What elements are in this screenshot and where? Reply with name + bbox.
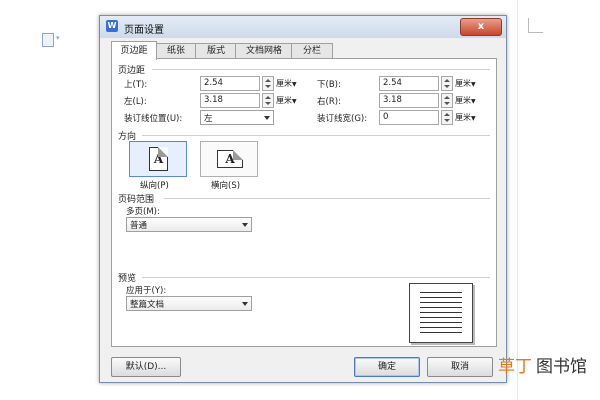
preview-text-line bbox=[420, 292, 462, 293]
watermark-part2: 图书馆 bbox=[536, 357, 587, 377]
close-button[interactable]: x bbox=[460, 18, 502, 36]
preview-text-line bbox=[420, 322, 462, 323]
tab-columns[interactable]: 分栏 bbox=[291, 43, 333, 59]
page-setup-dialog: W 页面设置 x 页边距 纸张 版式 文档网格 分栏 页边距 上(T): 2.5… bbox=[99, 15, 507, 383]
portrait-button[interactable]: A bbox=[129, 141, 187, 177]
top-margin-value: 2.54 bbox=[204, 78, 223, 88]
chevron-down-icon bbox=[242, 302, 248, 306]
preview-text-line bbox=[420, 332, 462, 333]
preview-text-line bbox=[420, 317, 462, 318]
gutter-width-spinner[interactable] bbox=[441, 110, 453, 125]
right-margin-label: 右(R): bbox=[317, 97, 341, 107]
right-margin-input[interactable]: 3.18 bbox=[379, 93, 439, 108]
page-corner-mark bbox=[528, 18, 543, 33]
unit-dropdown-icon: ▼ bbox=[471, 81, 476, 88]
apply-to-value: 整篇文档 bbox=[130, 300, 165, 310]
bottom-margin-label: 下(B): bbox=[317, 80, 341, 90]
multiple-pages-select[interactable]: 普通 bbox=[126, 217, 252, 232]
orientation-separator bbox=[142, 135, 490, 136]
page-range-separator bbox=[164, 198, 490, 199]
top-margin-spinner[interactable] bbox=[262, 76, 274, 91]
bottom-margin-input[interactable]: 2.54 bbox=[379, 76, 439, 91]
unit-dropdown-icon: ▼ bbox=[471, 98, 476, 105]
portrait-label: 纵向(P) bbox=[140, 181, 169, 191]
right-margin-unit[interactable]: 厘米▼ bbox=[455, 95, 476, 106]
dialog-titlebar[interactable]: W 页面设置 x bbox=[100, 16, 506, 38]
landscape-page-icon: A bbox=[217, 150, 243, 168]
background-divider bbox=[517, 0, 518, 400]
right-margin-value: 3.18 bbox=[383, 95, 402, 105]
unit-dropdown-icon: ▼ bbox=[292, 81, 297, 88]
preview-text-line bbox=[420, 307, 462, 308]
bottom-margin-value: 2.54 bbox=[383, 78, 402, 88]
wps-app-icon: W bbox=[106, 20, 118, 32]
gutter-position-select[interactable]: 左 bbox=[200, 110, 274, 125]
unit-label: 厘米 bbox=[276, 79, 292, 88]
left-margin-value: 3.18 bbox=[204, 95, 223, 105]
dropdown-arrow-icon: ▾ bbox=[56, 34, 60, 42]
preview-text-line bbox=[420, 302, 462, 303]
tab-paper[interactable]: 纸张 bbox=[155, 43, 197, 59]
gutter-width-input[interactable]: 0 bbox=[379, 110, 439, 125]
left-margin-spinner[interactable] bbox=[262, 93, 274, 108]
gutter-width-value: 0 bbox=[383, 112, 389, 122]
unit-label: 厘米 bbox=[455, 113, 471, 122]
preview-text-line bbox=[420, 312, 462, 313]
chevron-down-icon bbox=[242, 223, 248, 227]
left-margin-label: 左(L): bbox=[124, 97, 147, 107]
unit-dropdown-icon: ▼ bbox=[292, 98, 297, 105]
preview-separator bbox=[142, 277, 490, 278]
bottom-margin-unit[interactable]: 厘米▼ bbox=[455, 78, 476, 89]
page-range-section-title: 页码范围 bbox=[118, 195, 155, 205]
preview-text-line bbox=[420, 297, 462, 298]
tab-margins[interactable]: 页边距 bbox=[111, 41, 157, 60]
multiple-pages-label: 多页(M): bbox=[126, 207, 160, 217]
unit-dropdown-icon: ▼ bbox=[471, 115, 476, 122]
margins-separator bbox=[152, 69, 490, 70]
chevron-down-icon bbox=[264, 116, 270, 120]
top-margin-unit[interactable]: 厘米▼ bbox=[276, 78, 297, 89]
apply-to-select[interactable]: 整篇文档 bbox=[126, 296, 252, 311]
bottom-margin-spinner[interactable] bbox=[441, 76, 453, 91]
dialog-title: 页面设置 bbox=[124, 25, 164, 36]
gutter-position-value: 左 bbox=[204, 114, 213, 124]
left-margin-unit[interactable]: 厘米▼ bbox=[276, 95, 297, 106]
default-button[interactable]: 默认(D)... bbox=[111, 357, 181, 377]
portrait-page-icon: A bbox=[149, 147, 168, 171]
multiple-pages-value: 普通 bbox=[130, 221, 148, 231]
tab-document-grid[interactable]: 文档网格 bbox=[235, 43, 293, 59]
apply-to-label: 应用于(Y): bbox=[126, 286, 167, 296]
top-margin-label: 上(T): bbox=[124, 80, 148, 90]
margins-section-title: 页边距 bbox=[118, 66, 146, 76]
document-icon bbox=[42, 33, 54, 47]
top-margin-input[interactable]: 2.54 bbox=[200, 76, 260, 91]
page-preview bbox=[409, 283, 473, 343]
unit-label: 厘米 bbox=[455, 79, 471, 88]
tab-panel: 页边距 上(T): 2.54 厘米▼ 下(B): 2.54 厘米▼ 左(L): … bbox=[111, 58, 497, 347]
left-margin-input[interactable]: 3.18 bbox=[200, 93, 260, 108]
unit-label: 厘米 bbox=[455, 96, 471, 105]
preview-text-line bbox=[420, 327, 462, 328]
cancel-button[interactable]: 取消 bbox=[427, 357, 493, 377]
gutter-width-unit[interactable]: 厘米▼ bbox=[455, 112, 476, 123]
landscape-button[interactable]: A bbox=[200, 141, 258, 177]
watermark-part1: 草丁 bbox=[498, 357, 532, 377]
tab-layout[interactable]: 版式 bbox=[195, 43, 237, 59]
preview-section-title: 预览 bbox=[118, 274, 137, 284]
gutter-position-label: 装订线位置(U): bbox=[124, 114, 183, 124]
landscape-label: 横向(S) bbox=[211, 181, 241, 191]
unit-label: 厘米 bbox=[276, 96, 292, 105]
right-margin-spinner[interactable] bbox=[441, 93, 453, 108]
ok-button[interactable]: 确定 bbox=[354, 357, 420, 377]
gutter-width-label: 装订线宽(G): bbox=[317, 114, 368, 124]
